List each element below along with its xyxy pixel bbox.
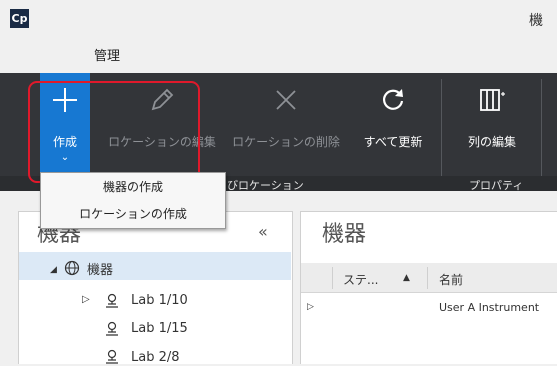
right-panel-title: 機器: [322, 222, 367, 247]
column-separator: [427, 267, 428, 289]
tree-item-label[interactable]: Lab 1/10: [131, 293, 188, 308]
tab-admin[interactable]: 管理: [40, 41, 174, 73]
table-header: ステ... ▲ 名前: [301, 263, 557, 293]
tree-row-selected[interactable]: [19, 252, 291, 280]
edit-columns-label: 列の編集: [467, 135, 516, 149]
menu-item-create-instrument[interactable]: 機器の作成: [41, 174, 225, 200]
location-pin-icon: [106, 349, 118, 364]
ribbon-group-properties-label: プロパティ: [469, 179, 524, 192]
table-cell-name[interactable]: User A Instrument: [439, 301, 539, 314]
highlight-box: [28, 81, 200, 183]
column-header-status[interactable]: ステ...: [343, 271, 378, 288]
window-title: 機: [529, 13, 543, 29]
ribbon-group-location-label: びロケーション: [227, 179, 304, 192]
row-expander-icon[interactable]: ▷: [307, 302, 314, 312]
refresh-icon: [382, 89, 404, 110]
refresh-all-button[interactable]: すべて更新: [352, 73, 434, 176]
title-bar: [0, 0, 557, 41]
column-header-name[interactable]: 名前: [439, 271, 463, 288]
tree-expander-icon[interactable]: ◢: [50, 265, 57, 275]
tree-item-label[interactable]: 機器: [87, 259, 113, 278]
create-dropdown-menu: 機器の作成 ロケーションの作成: [40, 172, 226, 229]
columns-icon: [480, 89, 505, 111]
sort-ascending-icon[interactable]: ▲: [403, 273, 410, 283]
tree-expander-icon[interactable]: ▷: [82, 294, 90, 305]
column-separator: [332, 267, 333, 289]
location-pin-icon: [106, 321, 118, 336]
ribbon-group-separator: [441, 79, 442, 186]
collapse-panel-icon[interactable]: «: [258, 222, 268, 241]
tree-item-label[interactable]: Lab 1/15: [131, 321, 188, 336]
edit-columns-button[interactable]: 列の編集: [449, 73, 535, 176]
refresh-all-label: すべて更新: [363, 135, 423, 149]
globe-icon: [64, 260, 80, 276]
delete-location-label: ロケーションの削除: [232, 135, 340, 149]
menu-item-create-location[interactable]: ロケーションの作成: [41, 201, 225, 227]
x-icon: [276, 90, 296, 110]
ribbon-group-separator: [541, 79, 542, 186]
location-pin-icon: [106, 293, 118, 308]
tab-admin-label: 管理: [93, 49, 120, 64]
delete-location-button[interactable]: ロケーションの削除: [224, 73, 348, 176]
app-logo: Cp: [10, 9, 29, 28]
